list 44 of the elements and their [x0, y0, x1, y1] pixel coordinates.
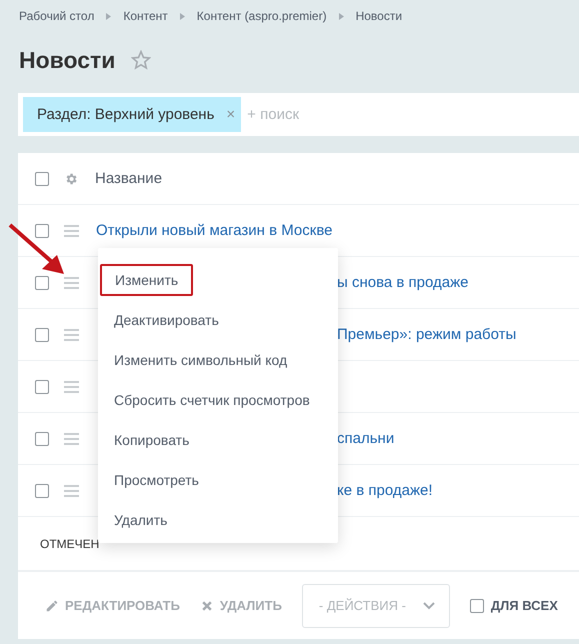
- menu-item[interactable]: Изменить символьный код: [98, 344, 304, 376]
- close-icon: [200, 598, 214, 612]
- for-all-checkbox[interactable]: ДЛЯ ВСЕХ: [470, 598, 558, 613]
- news-title-link[interactable]: спальни: [337, 430, 394, 447]
- search-field[interactable]: + поиск: [241, 93, 579, 136]
- menu-icon[interactable]: [64, 484, 79, 496]
- menu-item[interactable]: Деактивировать: [98, 304, 235, 336]
- row-checkbox[interactable]: [35, 484, 49, 498]
- row-checkbox[interactable]: [35, 224, 49, 238]
- breadcrumb-separator-icon: [106, 12, 112, 20]
- breadcrumb-link[interactable]: Рабочий стол: [19, 9, 94, 23]
- star-icon[interactable]: [131, 50, 152, 70]
- menu-item[interactable]: Удалить: [98, 504, 184, 536]
- arrow-drawing: [8, 222, 66, 276]
- chevron-down-icon: [422, 602, 435, 610]
- menu-icon[interactable]: [64, 380, 79, 392]
- menu-item[interactable]: Просмотреть: [98, 464, 215, 496]
- breadcrumb-link[interactable]: Новости: [356, 9, 402, 23]
- breadcrumb-link[interactable]: Контент: [123, 9, 168, 23]
- breadcrumb-link[interactable]: Контент (aspro.premier): [196, 9, 327, 23]
- news-title-link[interactable]: Премьер»: режим работы: [337, 326, 516, 343]
- breadcrumb-separator-icon: [180, 12, 185, 20]
- row-checkbox[interactable]: [35, 432, 49, 446]
- menu-icon[interactable]: [64, 328, 79, 340]
- breadcrumb-separator-icon: [338, 12, 344, 20]
- news-title-link[interactable]: ке в продаже!: [337, 482, 432, 499]
- select-all-checkbox[interactable]: [35, 172, 49, 186]
- news-title-link[interactable]: ы снова в продаже: [337, 274, 468, 291]
- column-header[interactable]: Название: [95, 170, 162, 187]
- menu-icon[interactable]: [64, 224, 79, 236]
- menu-item[interactable]: Копировать: [98, 424, 206, 456]
- pencil-icon: [45, 598, 59, 612]
- gear-icon[interactable]: [64, 172, 78, 186]
- menu-item[interactable]: Изменить: [100, 264, 194, 296]
- menu-item[interactable]: Сбросить счетчик просмотров: [98, 384, 326, 416]
- filter-tag-label: Раздел: Верхний уровень: [37, 106, 214, 123]
- row-checkbox[interactable]: [35, 328, 49, 342]
- row-checkbox[interactable]: [35, 380, 49, 394]
- news-title-link[interactable]: Открыли новый магазин в Москве: [96, 222, 332, 239]
- menu-icon[interactable]: [64, 276, 79, 288]
- row-checkbox[interactable]: [35, 276, 49, 290]
- selected-count-label: ОТМЕЧЕН: [40, 536, 100, 550]
- menu-icon[interactable]: [64, 432, 79, 444]
- page-title: Новости: [19, 46, 116, 74]
